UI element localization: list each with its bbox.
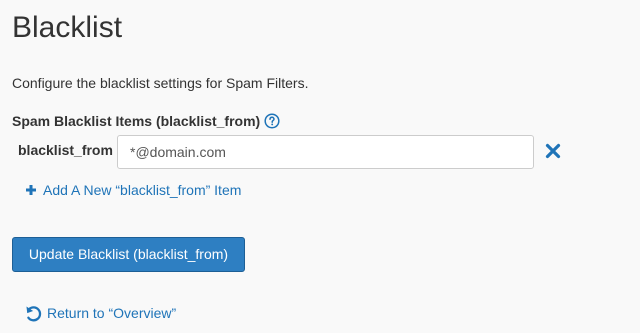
undo-icon	[26, 305, 42, 321]
remove-item-icon[interactable]	[545, 143, 561, 159]
page-description: Configure the blacklist settings for Spa…	[12, 75, 309, 91]
update-blacklist-button[interactable]: Update Blacklist (blacklist_from)	[12, 237, 245, 272]
add-new-item-link[interactable]: Add A New “blacklist_from” Item	[25, 180, 241, 200]
section-heading-label: Spam Blacklist Items (blacklist_from)	[12, 113, 261, 129]
return-to-overview-link[interactable]: Return to “Overview”	[24, 303, 176, 323]
return-to-overview-label: Return to “Overview”	[47, 305, 177, 321]
blacklist-from-label: blacklist_from	[18, 142, 113, 158]
page-title: Blacklist	[12, 11, 123, 44]
plus-icon	[26, 185, 36, 195]
question-circle-icon[interactable]	[264, 113, 280, 129]
blacklist-from-input[interactable]	[117, 135, 534, 169]
add-new-item-label: Add A New “blacklist_from” Item	[43, 182, 242, 198]
section-heading: Spam Blacklist Items (blacklist_from)	[12, 111, 280, 131]
